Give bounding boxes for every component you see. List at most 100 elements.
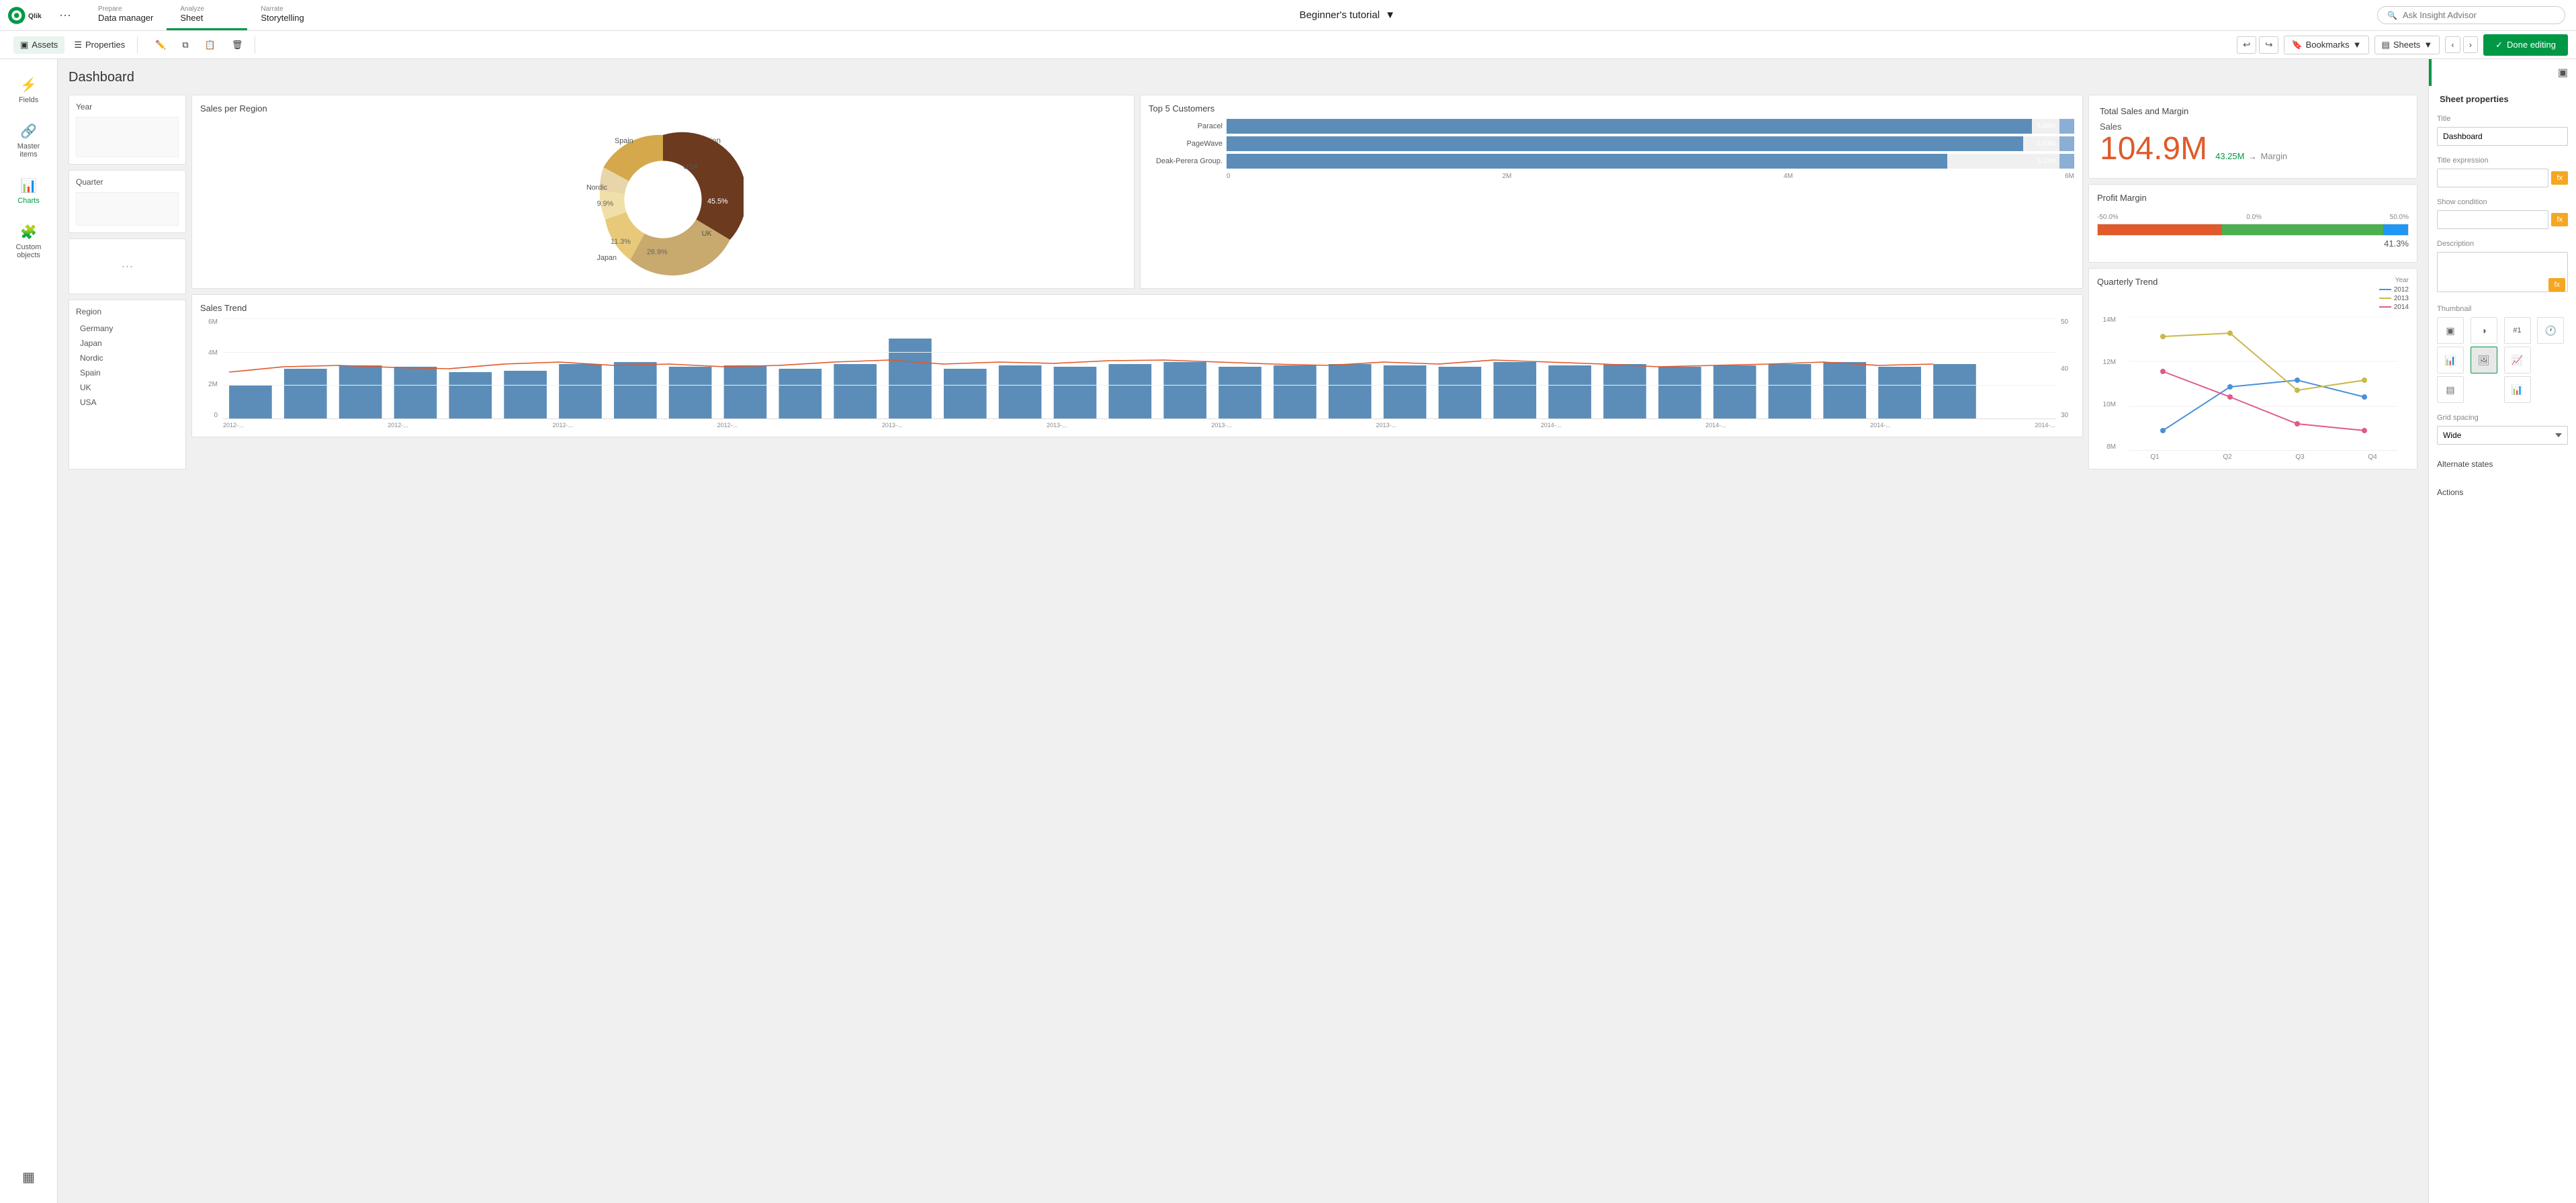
copy-button[interactable]: ⧉ bbox=[175, 36, 195, 54]
sales-trend-widget: Sales Trend 6M 4M 2M 0 bbox=[191, 294, 2083, 437]
sales-per-region-widget: Sales per Region Region bbox=[191, 95, 1135, 289]
main-layout: ⚡ Fields 🔗 Master items 📊 Charts 🧩 Custo… bbox=[0, 59, 2576, 1203]
title-expr-input[interactable] bbox=[2437, 169, 2548, 187]
region-item-germany[interactable]: Germany bbox=[76, 322, 179, 335]
thumbnail-grid-row1: ▣ ◑ #1 🕐 bbox=[2437, 317, 2568, 344]
sidebar-item-master-items[interactable]: 🔗 Master items bbox=[4, 116, 54, 165]
region-item-nordic[interactable]: Nordic bbox=[76, 351, 179, 365]
top5-bar-chart: Paracel 5.69M PageWave bbox=[1149, 119, 2074, 169]
next-sheet-button[interactable]: › bbox=[2463, 36, 2478, 53]
y-right-40: 40 bbox=[2061, 365, 2074, 373]
title-expr-fx-btn[interactable]: fx bbox=[2551, 171, 2568, 185]
bar-2012-8 bbox=[614, 362, 657, 419]
region-item-spain[interactable]: Spain bbox=[76, 366, 179, 380]
thumb-grid-icon[interactable]: ▤ bbox=[2437, 376, 2464, 403]
logo-area: Qlik ··· bbox=[0, 0, 85, 30]
region-filter-title: Region bbox=[76, 307, 179, 316]
left-sidebar: ⚡ Fields 🔗 Master items 📊 Charts 🧩 Custo… bbox=[0, 59, 58, 1203]
svg-text:26.9%: 26.9% bbox=[647, 249, 668, 257]
show-cond-row: fx bbox=[2437, 210, 2568, 229]
show-condition-section: Show condition fx bbox=[2437, 198, 2568, 229]
x-label-2m: 2M bbox=[1502, 173, 1511, 180]
sales-x-axis: 2012-... 2012-... 2012-... 2012-... 2013… bbox=[200, 422, 2074, 429]
thumb-clock-icon[interactable]: 🕐 bbox=[2537, 317, 2564, 344]
bar-row-pagewave: PageWave 5.63M bbox=[1149, 136, 2074, 151]
dot-2014-q2 bbox=[2227, 394, 2233, 400]
app-title[interactable]: Beginner's tutorial ▼ bbox=[1299, 9, 1394, 21]
sheets-button[interactable]: ▤ Sheets ▼ bbox=[2374, 36, 2440, 54]
quarterly-title: Quarterly Trend bbox=[2097, 277, 2158, 287]
bar-2012-9 bbox=[669, 367, 712, 419]
assets-button[interactable]: ▣ Assets bbox=[13, 36, 64, 54]
properties-button[interactable]: ☰ Properties bbox=[67, 36, 132, 54]
svg-text:Nordic: Nordic bbox=[586, 184, 608, 192]
misc-chart-widget[interactable]: ··· bbox=[69, 238, 186, 294]
nav-tab-analyze[interactable]: Analyze Sheet bbox=[167, 0, 247, 30]
bar-2013-12 bbox=[1493, 362, 1536, 419]
alt-states-section: Alternate states bbox=[2437, 455, 2568, 473]
grid-spacing-select[interactable]: Wide Medium Narrow bbox=[2437, 426, 2568, 445]
legend-line-2013 bbox=[2379, 298, 2391, 299]
bar-2013-5 bbox=[1109, 364, 1152, 419]
svg-text:UK: UK bbox=[702, 230, 713, 238]
nav-tab-prepare[interactable]: Prepare Data manager bbox=[85, 0, 167, 30]
total-sales-title: Total Sales and Margin bbox=[2100, 106, 2406, 116]
thumb-kpi-icon[interactable]: 📊 bbox=[2437, 347, 2464, 373]
sidebar-item-charts[interactable]: 📊 Charts bbox=[4, 171, 54, 212]
show-cond-input[interactable] bbox=[2437, 210, 2548, 229]
region-filter-widget[interactable]: Region Germany Japan Nordic Spain UK USA bbox=[69, 300, 186, 470]
toolbar: ▣ Assets ☰ Properties ✏️ ⧉ 📋 🗑 ↩ ↪ 🔖 Boo… bbox=[0, 31, 2576, 59]
year-filter-widget[interactable]: Year bbox=[69, 95, 186, 165]
done-editing-button[interactable]: ✓ Done editing bbox=[2483, 34, 2568, 56]
bar-2012-10 bbox=[724, 365, 767, 419]
bar-row-paracel: Paracel 5.69M bbox=[1149, 119, 2074, 134]
quarterly-chart-area: 14M 12M 10M 8M bbox=[2097, 316, 2409, 451]
bar-2012-5 bbox=[449, 372, 492, 419]
alt-states-link[interactable]: Alternate states bbox=[2437, 455, 2568, 473]
desc-fx-btn[interactable]: fx bbox=[2548, 278, 2565, 292]
paste-button[interactable]: 📋 bbox=[198, 36, 222, 54]
bar-2012-1 bbox=[229, 386, 272, 419]
desc-row: fx bbox=[2437, 252, 2568, 294]
nav-tab-narrate[interactable]: Narrate Storytelling bbox=[247, 0, 328, 30]
thumb-line-icon[interactable]: 📈 bbox=[2504, 347, 2531, 373]
region-item-usa[interactable]: USA bbox=[76, 396, 179, 409]
thumb-pie-icon[interactable]: ◑ bbox=[2471, 317, 2497, 344]
insight-advisor-search[interactable]: 🔍 bbox=[2377, 6, 2565, 24]
prev-sheet-button[interactable]: ‹ bbox=[2445, 36, 2460, 53]
margin-green-fill bbox=[2222, 224, 2383, 235]
bar-2013-3 bbox=[999, 365, 1042, 419]
bar-2012-2 bbox=[284, 369, 327, 419]
region-item-japan[interactable]: Japan bbox=[76, 337, 179, 350]
bookmarks-button[interactable]: 🔖 Bookmarks ▼ bbox=[2284, 36, 2368, 54]
right-data-column: Total Sales and Margin Sales 104.9M 43.2… bbox=[2088, 95, 2417, 470]
show-cond-fx-btn[interactable]: fx bbox=[2551, 213, 2568, 226]
sidebar-item-bottom[interactable]: ▦ bbox=[4, 1162, 54, 1192]
quarter-filter-body[interactable] bbox=[76, 192, 179, 226]
actions-link[interactable]: Actions bbox=[2437, 484, 2568, 501]
more-options-btn[interactable]: ··· bbox=[54, 8, 77, 22]
margin-neg-label: -50.0% bbox=[2097, 214, 2119, 221]
pencil-button[interactable]: ✏️ bbox=[148, 36, 173, 54]
thumb-layout-icon[interactable]: ▣ bbox=[2437, 317, 2464, 344]
bookmark-icon: 🔖 bbox=[2291, 40, 2302, 50]
search-input[interactable] bbox=[2403, 10, 2555, 20]
quarter-filter-widget[interactable]: Quarter bbox=[69, 170, 186, 233]
title-input[interactable] bbox=[2437, 127, 2568, 146]
sidebar-item-custom-objects[interactable]: 🧩 Custom objects bbox=[4, 217, 54, 266]
delete-button[interactable]: 🗑 bbox=[225, 36, 250, 54]
margin-y-axis: 50 40 30 bbox=[2058, 318, 2074, 419]
thumb-number-badge[interactable]: #1 bbox=[2504, 317, 2531, 344]
region-item-uk[interactable]: UK bbox=[76, 381, 179, 394]
year-filter-body[interactable] bbox=[76, 117, 179, 157]
sidebar-item-fields[interactable]: ⚡ Fields bbox=[4, 70, 54, 111]
dot-2013-q2 bbox=[2227, 330, 2233, 336]
dot-2012-q4 bbox=[2362, 394, 2367, 400]
thumb-bar-icon[interactable]: 📊 bbox=[2504, 376, 2531, 403]
layout-icon[interactable]: ▣ bbox=[2558, 66, 2568, 79]
dot-2014-q4 bbox=[2362, 428, 2367, 433]
redo-button[interactable]: ↪ bbox=[2259, 36, 2278, 54]
undo-button[interactable]: ↩ bbox=[2237, 36, 2256, 54]
thumb-image-icon[interactable]: 🖼 bbox=[2471, 347, 2497, 373]
grid-icon: ▦ bbox=[22, 1169, 35, 1186]
